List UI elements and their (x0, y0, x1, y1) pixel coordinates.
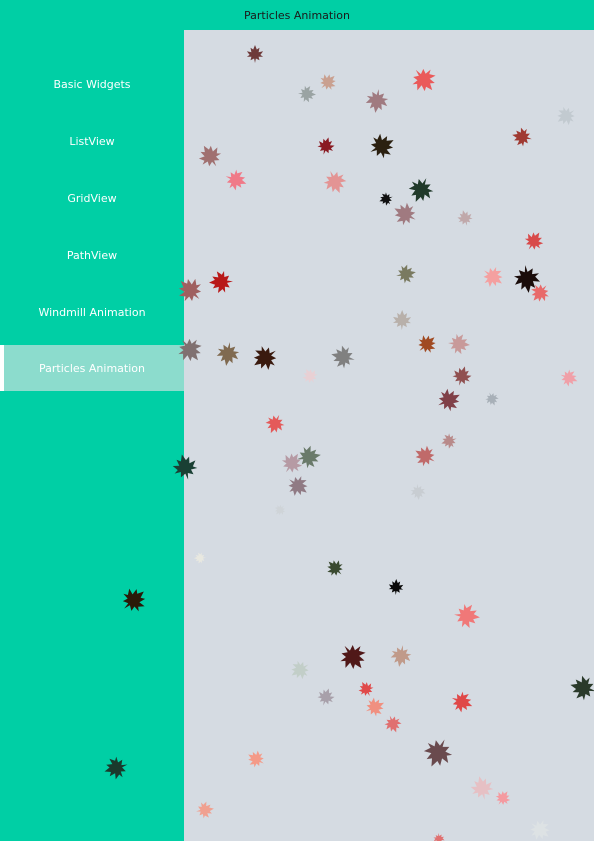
sidebar-item-label: GridView (67, 191, 117, 205)
maple-leaf-icon (315, 69, 341, 95)
maple-leaf-icon (315, 685, 337, 709)
maple-leaf-icon (297, 85, 317, 103)
sidebar-item-label: PathView (66, 248, 118, 262)
maple-leaf-icon (320, 166, 350, 198)
maple-leaf-icon (194, 800, 216, 820)
maple-leaf-icon (557, 367, 581, 389)
maple-leaf-icon (406, 62, 442, 98)
maple-leaf-icon (450, 363, 474, 389)
maple-leaf-icon (521, 227, 547, 255)
maple-leaf-icon (389, 643, 413, 669)
maple-leaf-icon (295, 444, 323, 470)
maple-leaf-icon (413, 330, 441, 358)
maple-leaf-icon (492, 787, 514, 809)
maple-leaf-icon (433, 385, 465, 415)
maple-leaf-icon (419, 733, 457, 773)
maple-leaf-icon (525, 815, 555, 841)
title-bar: Particles Animation (0, 0, 594, 30)
maple-leaf-icon (315, 135, 337, 157)
sidebar-item-label: Particles Animation (39, 361, 145, 375)
maple-leaf-icon (512, 263, 542, 295)
sidebar-item-basic-widgets[interactable]: Basic Widgets (0, 61, 184, 107)
maple-leaf-icon (246, 45, 264, 63)
maple-leaf-icon (567, 673, 594, 703)
maple-leaf-icon (193, 552, 207, 564)
maple-leaf-icon (334, 638, 372, 676)
maple-leaf-icon (194, 140, 226, 172)
maple-leaf-icon (222, 166, 250, 194)
maple-leaf-icon (388, 578, 404, 596)
maple-leaf-icon (448, 688, 476, 716)
maple-leaf-icon (447, 333, 471, 355)
maple-leaf-icon (433, 832, 445, 841)
maple-leaf-icon (328, 343, 358, 371)
maple-leaf-icon (389, 198, 421, 230)
sidebar-item-windmill-animation[interactable]: Windmill Animation (0, 289, 184, 335)
sidebar-item-label: Basic Widgets (53, 77, 131, 91)
maple-leaf-icon (478, 262, 508, 292)
maple-leaf-icon (439, 431, 459, 451)
maple-leaf-icon (483, 390, 501, 408)
sidebar-item-pathview[interactable]: PathView (0, 232, 184, 278)
sidebar-nav: Basic Widgets ListView GridView PathView… (0, 30, 184, 841)
maple-leaf-icon (322, 555, 348, 581)
maple-leaf-icon (364, 87, 390, 115)
maple-leaf-icon (365, 129, 399, 163)
maple-leaf-icon (262, 411, 288, 437)
maple-leaf-icon (208, 270, 234, 294)
maple-leaf-icon (455, 208, 475, 228)
maple-leaf-icon (410, 442, 440, 470)
sidebar-item-label: ListView (69, 134, 115, 148)
sidebar-item-label: Windmill Animation (38, 305, 146, 319)
maple-leaf-icon (382, 712, 404, 736)
sidebar-item-gridview[interactable]: GridView (0, 175, 184, 221)
maple-leaf-icon (410, 483, 426, 501)
maple-leaf-icon (510, 126, 534, 148)
maple-leaf-icon (405, 173, 437, 207)
sidebar-item-particles-animation[interactable]: Particles Animation (0, 345, 184, 391)
maple-leaf-icon (247, 341, 283, 375)
maple-leaf-icon (362, 694, 388, 720)
maple-leaf-icon (299, 365, 321, 387)
maple-leaf-icon (355, 678, 377, 700)
maple-leaf-icon (271, 501, 289, 519)
window-title: Particles Animation (244, 8, 350, 22)
maple-leaf-icon (392, 309, 412, 331)
maple-leaf-icon (452, 603, 482, 629)
maple-leaf-icon (394, 263, 418, 285)
maple-leaf-icon (244, 747, 268, 771)
maple-leaf-icon (377, 190, 395, 208)
maple-leaf-icon (552, 102, 580, 130)
maple-leaf-icon (277, 448, 307, 478)
sidebar-item-listview[interactable]: ListView (0, 118, 184, 164)
maple-leaf-icon (468, 773, 496, 803)
maple-leaf-icon (526, 279, 554, 307)
maple-leaf-icon (215, 340, 241, 368)
maple-leaf-icon (286, 657, 314, 683)
maple-leaf-icon (283, 471, 313, 501)
